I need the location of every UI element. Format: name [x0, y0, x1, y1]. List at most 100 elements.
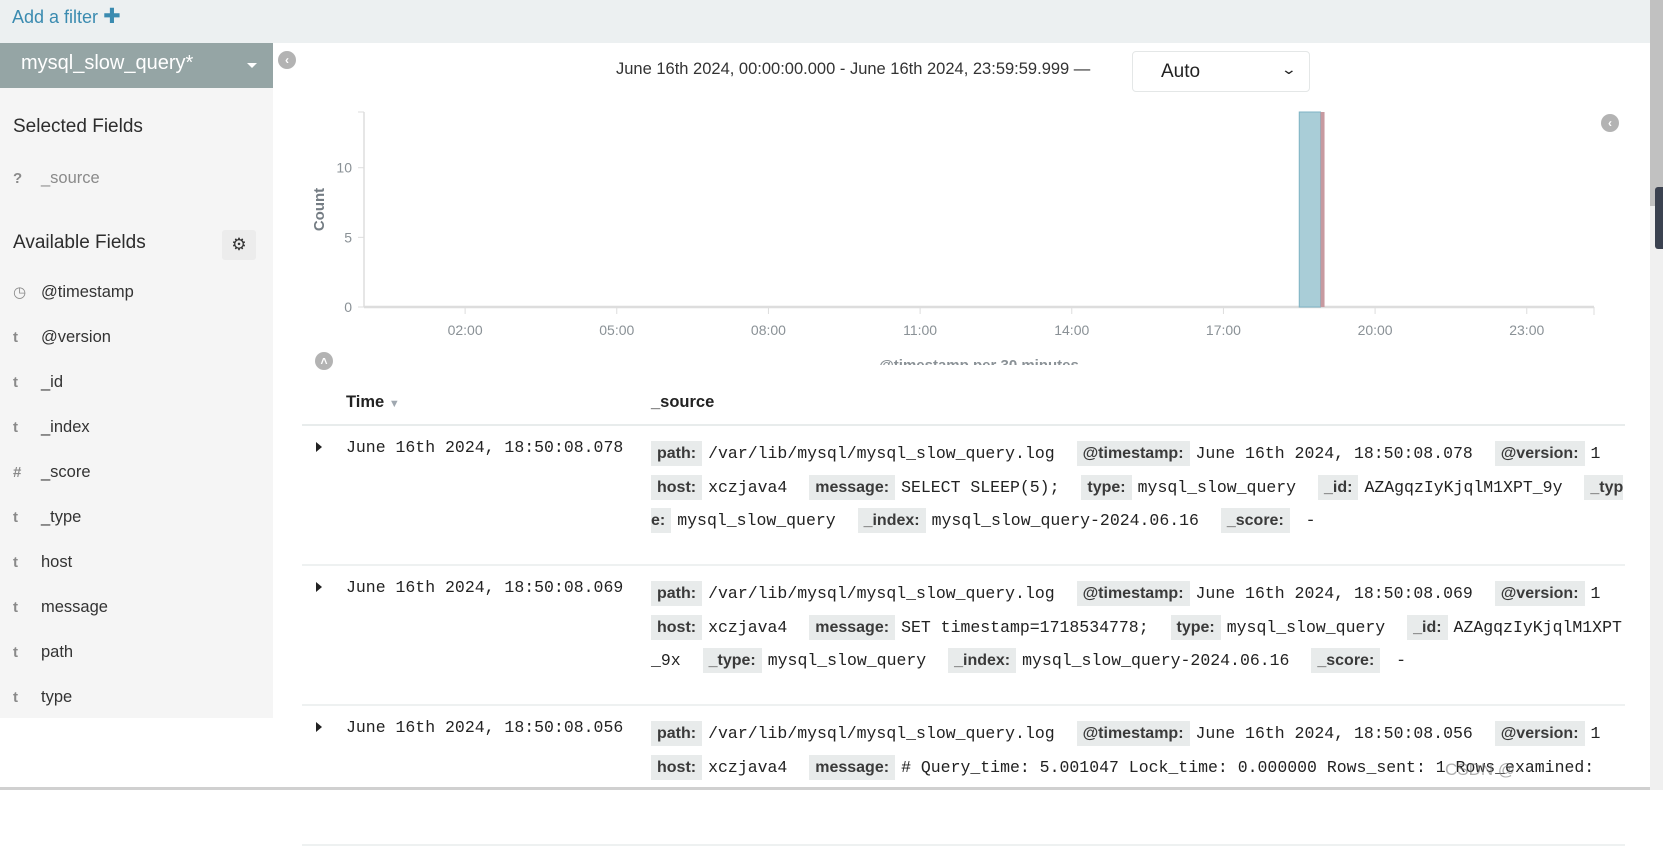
field-item[interactable]: # _score [13, 460, 91, 484]
field-value: mysql_slow_query-2024.06.16 [931, 511, 1199, 530]
field-key: @timestamp: [1076, 581, 1190, 606]
field-name: message [41, 597, 108, 616]
caret-down-icon [247, 63, 257, 68]
chevron-down-icon: ⌄ [1280, 61, 1298, 77]
field-value: 1 [1590, 724, 1601, 743]
field-value: mysql_slow_query [767, 651, 927, 670]
field-name: _type [41, 507, 82, 526]
expand-row-icon[interactable] [316, 582, 322, 592]
field-value: mysql_slow_query [677, 511, 836, 530]
collapse-sidebar-icon[interactable]: ‹ [278, 51, 296, 69]
field-value: - [1386, 651, 1407, 670]
field-value: - [1295, 511, 1316, 530]
field-value: xczjava4 [708, 477, 788, 497]
field-item[interactable]: ◷ @timestamp [13, 280, 134, 304]
row-time: June 16th 2024, 18:50:08.056 [346, 718, 624, 737]
field-value: June 16th 2024, 18:50:08.056 [1195, 724, 1473, 743]
scrollbar-thumb[interactable] [1650, 0, 1663, 206]
x-tick-label: 05:00 [599, 322, 634, 338]
chevron-up-icon[interactable]: ˄ [315, 352, 333, 370]
field-value: 1 [1590, 584, 1601, 603]
gear-icon[interactable]: ⚙ [222, 230, 256, 260]
time-column-header[interactable]: Time ▼ [346, 393, 400, 412]
string-type-icon: t [13, 643, 18, 661]
field-item[interactable]: t _type [13, 505, 81, 529]
interval-select[interactable]: Auto ⌄ [1132, 51, 1310, 92]
field-key: _index: [948, 648, 1017, 673]
field-key: @timestamp: [1076, 721, 1190, 746]
field-value: SELECT SLEEP(5); [901, 477, 1060, 497]
table-header: Time ▼ _source [302, 388, 1625, 426]
field-key: path: [651, 441, 703, 466]
field-key: _type: [702, 648, 762, 673]
x-tick-label: 02:00 [448, 322, 483, 338]
string-type-icon: t [13, 553, 18, 571]
field-key: _score: [1220, 508, 1290, 533]
selected-field-source[interactable]: ? _source [13, 166, 100, 190]
x-tick-label: 14:00 [1054, 322, 1089, 338]
index-pattern-selector[interactable]: mysql_slow_query* [0, 43, 273, 88]
field-item[interactable]: t @version [13, 325, 111, 349]
row-source: path: /var/lib/mysql/mysql_slow_query.log… [651, 577, 1626, 678]
field-key: @version: [1494, 441, 1585, 466]
field-name: _score [41, 462, 91, 481]
field-value: xczjava4 [708, 757, 788, 777]
field-value: 1 [1590, 444, 1601, 463]
field-item[interactable]: t _index [13, 415, 90, 439]
number-type-icon: # [13, 463, 22, 481]
x-tick-label: 23:00 [1509, 322, 1544, 338]
field-item[interactable]: t path [13, 640, 73, 664]
row-time: June 16th 2024, 18:50:08.069 [346, 578, 624, 597]
row-source: path: /var/lib/mysql/mysql_slow_query.log… [651, 437, 1626, 538]
watermark: CSDN @ [1445, 760, 1516, 779]
y-tick-label: 10 [336, 160, 352, 176]
field-item[interactable]: t _id [13, 370, 63, 394]
selected-fields-title: Selected Fields [13, 116, 143, 137]
field-key: message: [809, 754, 896, 780]
string-type-icon: t [13, 598, 18, 616]
field-key: _id: [1407, 614, 1448, 640]
field-key: type: [1170, 614, 1221, 640]
field-name: @timestamp [41, 282, 134, 301]
field-key: path: [651, 581, 703, 606]
sort-down-icon: ▼ [388, 398, 400, 410]
field-value: xczjava4 [708, 617, 788, 637]
string-type-icon: t [13, 508, 18, 526]
field-value: mysql_slow_query-2024.06.16 [1022, 651, 1290, 670]
field-key: message: [809, 614, 896, 640]
string-type-icon: t [13, 418, 18, 436]
field-value: June 16th 2024, 18:50:08.069 [1195, 584, 1473, 603]
field-key: @timestamp: [1076, 441, 1190, 466]
clock-icon: ◷ [13, 284, 27, 301]
field-key: _score: [1311, 648, 1381, 673]
field-value: AZAgqzIyKjqlM1XPT_9y [1364, 477, 1563, 497]
row-time: June 16th 2024, 18:50:08.078 [346, 438, 624, 457]
field-key: @version: [1494, 581, 1585, 606]
date-range[interactable]: June 16th 2024, 00:00:00.000 - June 16th… [616, 60, 1090, 79]
field-name: host [41, 552, 73, 571]
x-tick-label: 17:00 [1206, 322, 1241, 338]
field-name: @version [41, 327, 111, 346]
field-value: /var/lib/mysql/mysql_slow_query.log [708, 444, 1055, 463]
field-value: mysql_slow_query [1226, 617, 1386, 637]
field-key: host: [651, 474, 703, 500]
field-item[interactable]: t message [13, 595, 108, 619]
expand-row-icon[interactable] [316, 722, 322, 732]
y-tick-label: 5 [344, 229, 352, 245]
string-type-icon: t [13, 373, 18, 391]
x-tick-label: 11:00 [903, 322, 937, 338]
table-row: June 16th 2024, 18:50:08.078 path: /var/li… [302, 426, 1625, 566]
unknown-type-icon: ? [13, 169, 23, 187]
field-key: _id: [1317, 474, 1359, 500]
expand-row-icon[interactable] [316, 442, 322, 452]
field-item[interactable]: t host [13, 550, 72, 574]
add-filter-button[interactable]: Add a filter ✚ [12, 4, 121, 29]
string-type-icon: t [13, 328, 18, 346]
field-key: path: [651, 721, 703, 746]
field-key: host: [651, 614, 703, 640]
source-column-header: _source [651, 393, 715, 411]
field-value: SET timestamp=1718534778; [901, 617, 1149, 637]
time-header-label: Time [346, 393, 385, 411]
histogram-bar-highlight [1320, 112, 1325, 307]
field-item[interactable]: t type [13, 685, 72, 709]
